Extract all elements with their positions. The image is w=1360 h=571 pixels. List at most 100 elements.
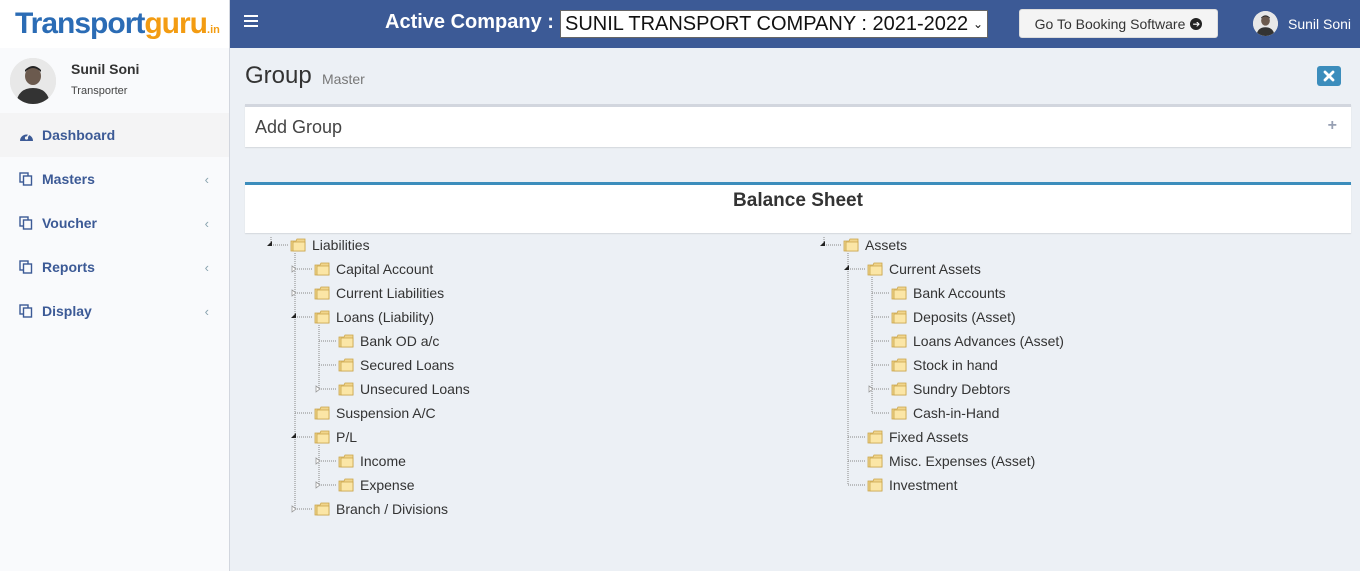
tree-node-unsecured-loans[interactable]: Unsecured Loans (338, 379, 470, 399)
tree-node-label: Fixed Assets (889, 429, 969, 445)
tree-node-label: Liabilities (312, 237, 370, 253)
tree-node-capital-account[interactable]: Capital Account (314, 259, 433, 279)
sidebar-item-dashboard[interactable]: Dashboard (0, 113, 229, 157)
sidebar-user-role: Transporter (71, 84, 128, 97)
company-select[interactable]: SUNIL TRANSPORT COMPANY : 2021-2022 ⌄ (560, 10, 988, 38)
company-select-value: SUNIL TRANSPORT COMPANY : 2021-2022 (565, 13, 969, 35)
brand-part-2: guru (144, 7, 208, 40)
tree-node-suspension[interactable]: Suspension A/C (314, 403, 436, 423)
tree-node-label: Misc. Expenses (Asset) (889, 453, 1036, 469)
tree-node-label: Current Liabilities (336, 285, 445, 301)
menu-toggle-icon[interactable] (244, 15, 258, 29)
top-navbar: Active Company : SUNIL TRANSPORT COMPANY… (230, 0, 1360, 48)
tree-node-label: Investment (889, 477, 958, 493)
close-button[interactable] (1317, 66, 1341, 86)
tree-node-label: Expense (360, 477, 415, 493)
tree-node-label: Current Assets (889, 261, 981, 277)
chevron-left-icon: ‹ (204, 304, 209, 319)
tree-node-label: Bank Accounts (913, 285, 1006, 301)
tree-node-label: Stock in hand (913, 357, 998, 373)
tree-node-label: Unsecured Loans (360, 381, 470, 397)
tree-node-investment[interactable]: Investment (867, 475, 957, 495)
folder-icon (338, 358, 354, 372)
tree-node-label: Income (360, 453, 406, 469)
folder-icon (338, 478, 354, 492)
tree-node-sundry-debtors[interactable]: Sundry Debtors (891, 379, 1010, 399)
sidebar-user-name: Sunil Soni (71, 60, 140, 77)
folder-icon (891, 382, 907, 396)
sidebar-item-voucher[interactable]: Voucher ‹ (0, 201, 229, 245)
folder-icon (314, 310, 330, 324)
tree-node-expense[interactable]: Expense (338, 475, 414, 495)
folder-icon (891, 334, 907, 348)
folder-icon (314, 286, 330, 300)
brand-logo[interactable]: Transportguru.in (15, 7, 220, 41)
tree-node-loans-liability[interactable]: Loans (Liability) (314, 307, 434, 327)
tree-node-misc-expenses[interactable]: Misc. Expenses (Asset) (867, 451, 1035, 471)
tree-node-fixed-assets[interactable]: Fixed Assets (867, 427, 968, 447)
sidebar-item-reports[interactable]: Reports ‹ (0, 245, 229, 289)
tree-node-deposits[interactable]: Deposits (Asset) (891, 307, 1016, 327)
go-to-booking-label: Go To Booking Software (1034, 15, 1186, 32)
tree-node-assets[interactable]: Assets (843, 235, 907, 255)
folder-icon (314, 262, 330, 276)
balance-sheet-title: Balance Sheet (733, 190, 863, 211)
tree-node-loans-advances[interactable]: Loans Advances (Asset) (891, 331, 1064, 351)
arrow-circle-right-icon: ➔ (1190, 17, 1203, 30)
folder-icon (867, 454, 883, 468)
balance-sheet-panel: Balance Sheet (245, 182, 1351, 233)
sidebar-item-masters[interactable]: Masters ‹ (0, 157, 229, 201)
header-user-name: Sunil Soni (1288, 15, 1352, 32)
chevron-left-icon: ‹ (204, 216, 209, 231)
tree-node-liabilities[interactable]: Liabilities (290, 235, 370, 255)
page-subtitle: Master (322, 71, 365, 87)
tree-node-branch-divisions[interactable]: Branch / Divisions (314, 499, 448, 519)
folder-icon (891, 406, 907, 420)
sidebar-item-label: Dashboard (42, 127, 116, 143)
tree-node-label: Secured Loans (360, 357, 455, 373)
tree-node-bank-od[interactable]: Bank OD a/c (338, 331, 439, 351)
logo-area[interactable]: Transportguru.in (0, 0, 229, 48)
folder-icon (891, 310, 907, 324)
header-user-menu[interactable]: Sunil Soni (1253, 11, 1351, 36)
tree-node-label: Capital Account (336, 261, 434, 277)
folder-icon (338, 334, 354, 348)
tree-node-label: Loans (Liability) (336, 309, 435, 325)
dashboard-icon (18, 127, 34, 143)
sidebar-item-display[interactable]: Display ‹ (0, 289, 229, 333)
tree-node-bank-accounts[interactable]: Bank Accounts (891, 283, 1006, 303)
tree-node-current-liabilities[interactable]: Current Liabilities (314, 283, 444, 303)
sidebar-item-label: Masters (42, 171, 95, 187)
sidebar: Transportguru.in Sunil Soni Transporter … (0, 0, 230, 571)
tree-node-label: Cash-in-Hand (913, 405, 1000, 421)
copy-icon (18, 171, 34, 187)
tree-node-secured-loans[interactable]: Secured Loans (338, 355, 454, 375)
folder-icon (891, 286, 907, 300)
tree-node-label: P/L (336, 429, 358, 445)
folder-icon (314, 406, 330, 420)
sidebar-item-label: Voucher (42, 215, 97, 231)
sidebar-menu: Dashboard Masters ‹ Voucher ‹ Reports ‹ (0, 113, 229, 333)
add-group-panel[interactable]: Add Group + (245, 104, 1351, 147)
tree-node-current-assets[interactable]: Current Assets (867, 259, 981, 279)
page-title: Group (245, 62, 312, 89)
folder-icon (290, 238, 306, 252)
copy-icon (18, 303, 34, 319)
folder-icon (891, 358, 907, 372)
tree-node-income[interactable]: Income (338, 451, 406, 471)
tree-node-stock-in-hand[interactable]: Stock in hand (891, 355, 998, 375)
folder-icon (867, 262, 883, 276)
avatar (10, 57, 56, 104)
expand-plus-icon[interactable]: + (1328, 117, 1337, 135)
brand-suffix: .in (207, 24, 220, 36)
chevron-left-icon: ‹ (204, 172, 209, 187)
user-panel: Sunil Soni Transporter (0, 48, 229, 113)
folder-icon (314, 502, 330, 516)
tree-node-pl[interactable]: P/L (314, 427, 357, 447)
go-to-booking-button[interactable]: Go To Booking Software ➔ (1019, 9, 1218, 38)
tree-node-cash-in-hand[interactable]: Cash-in-Hand (891, 403, 999, 423)
tree-node-label: Suspension A/C (336, 405, 436, 421)
tree-node-label: Loans Advances (Asset) (913, 333, 1064, 349)
add-group-title: Add Group (255, 117, 343, 137)
tree-node-label: Branch / Divisions (336, 501, 449, 517)
